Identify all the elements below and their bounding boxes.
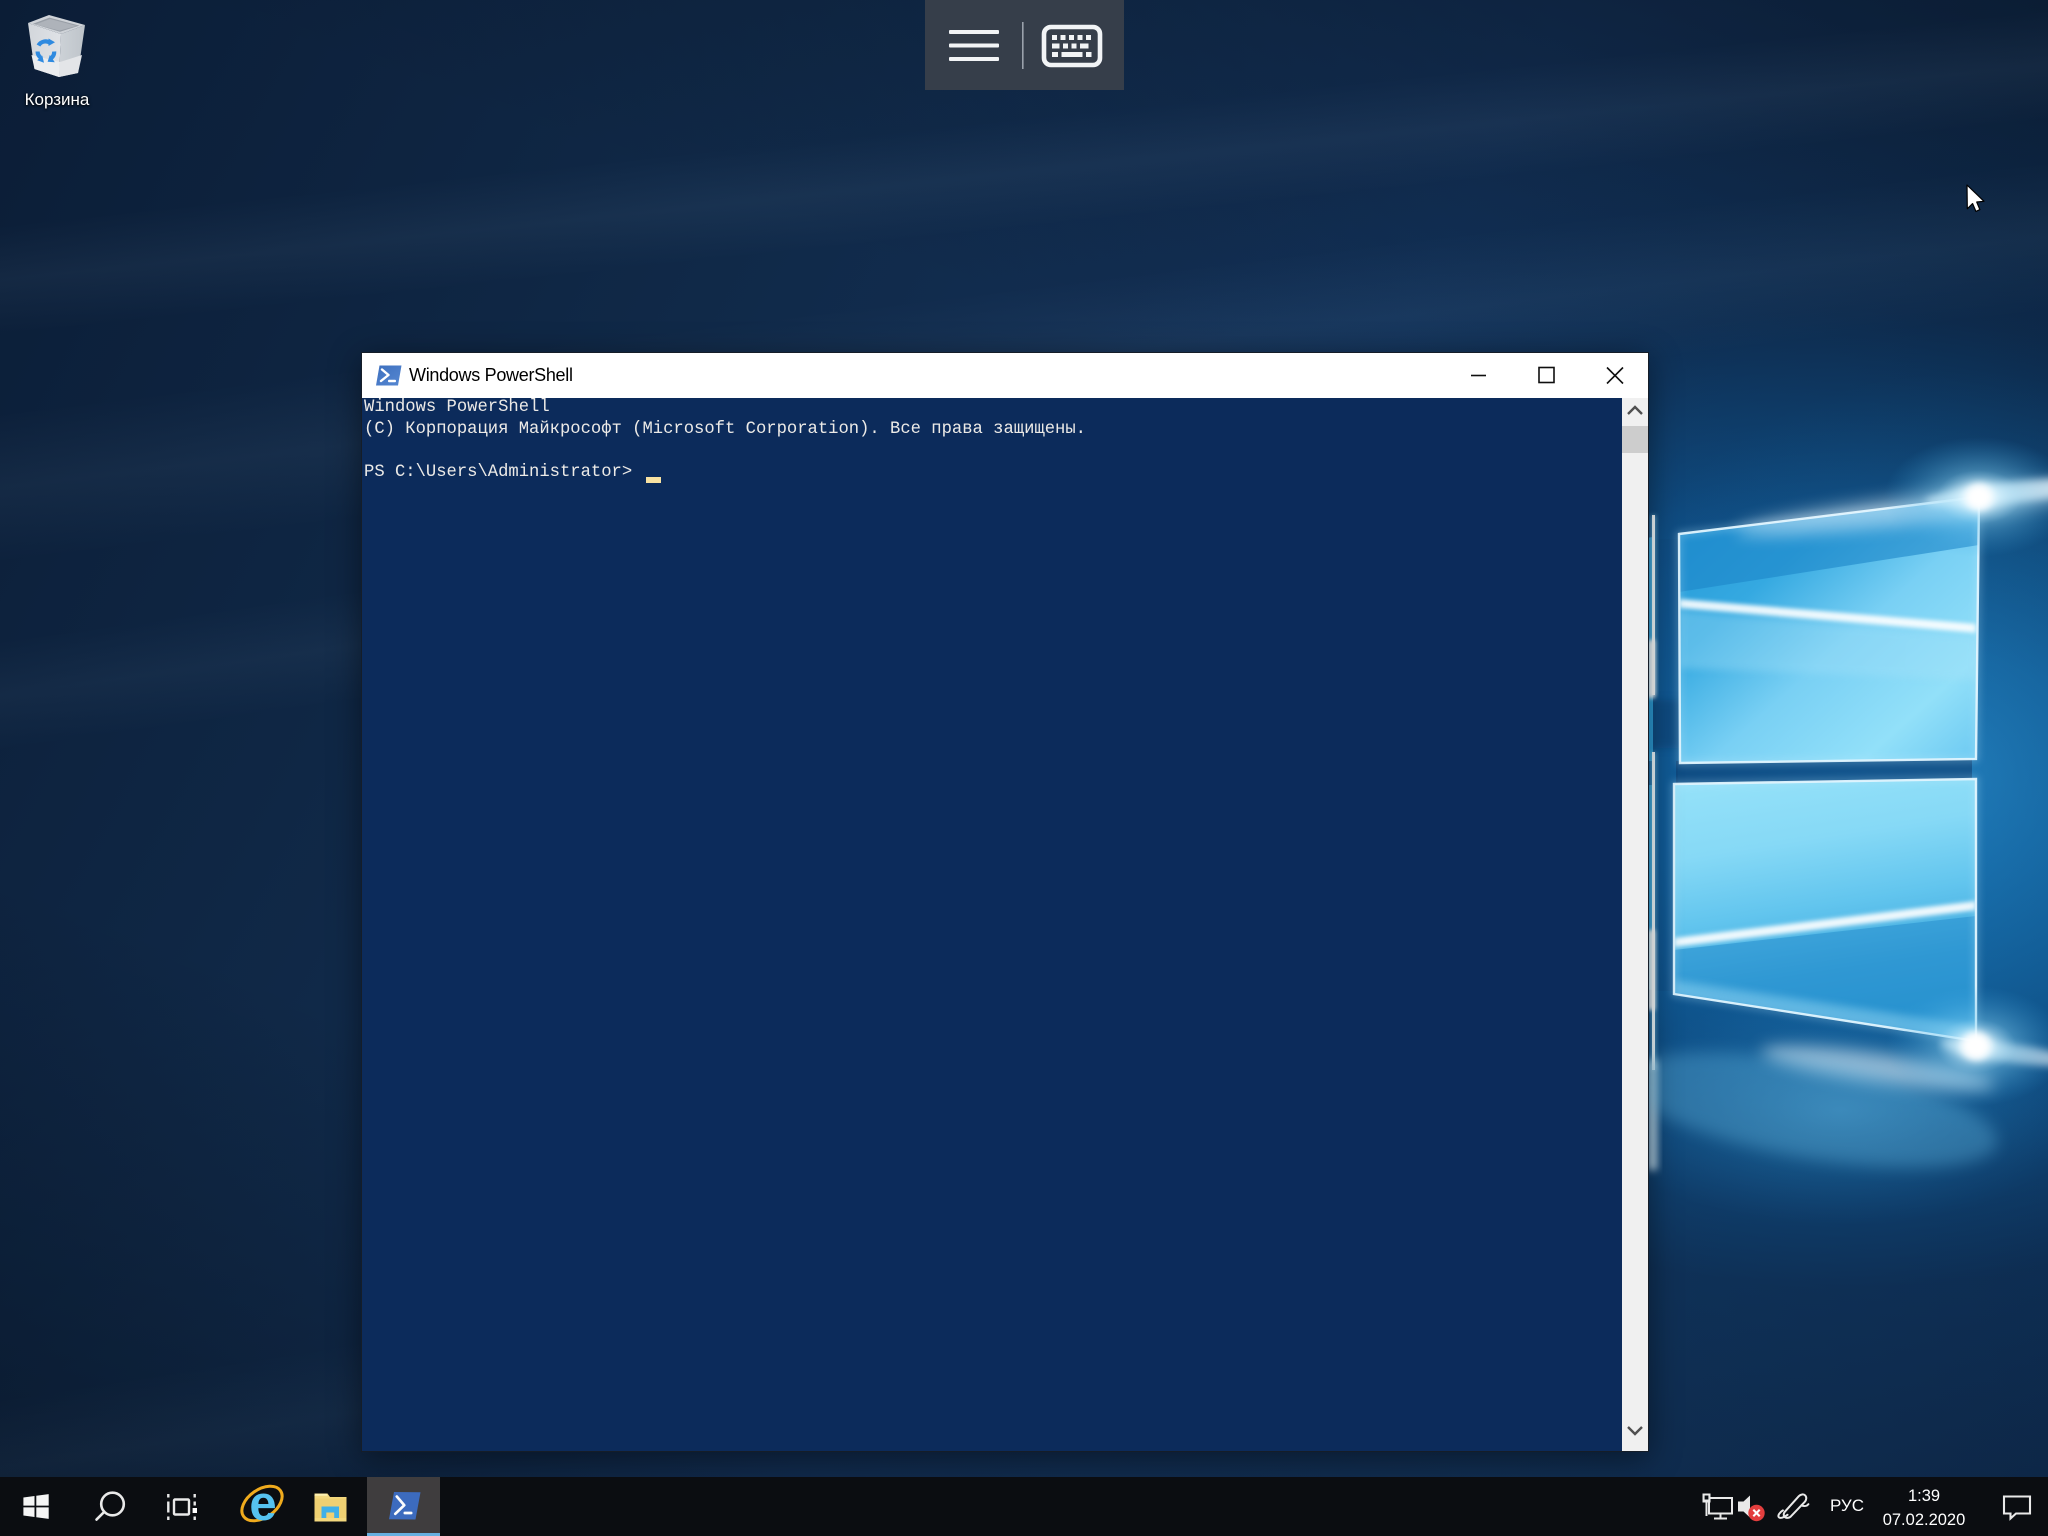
svg-text:e: e bbox=[249, 1477, 276, 1531]
